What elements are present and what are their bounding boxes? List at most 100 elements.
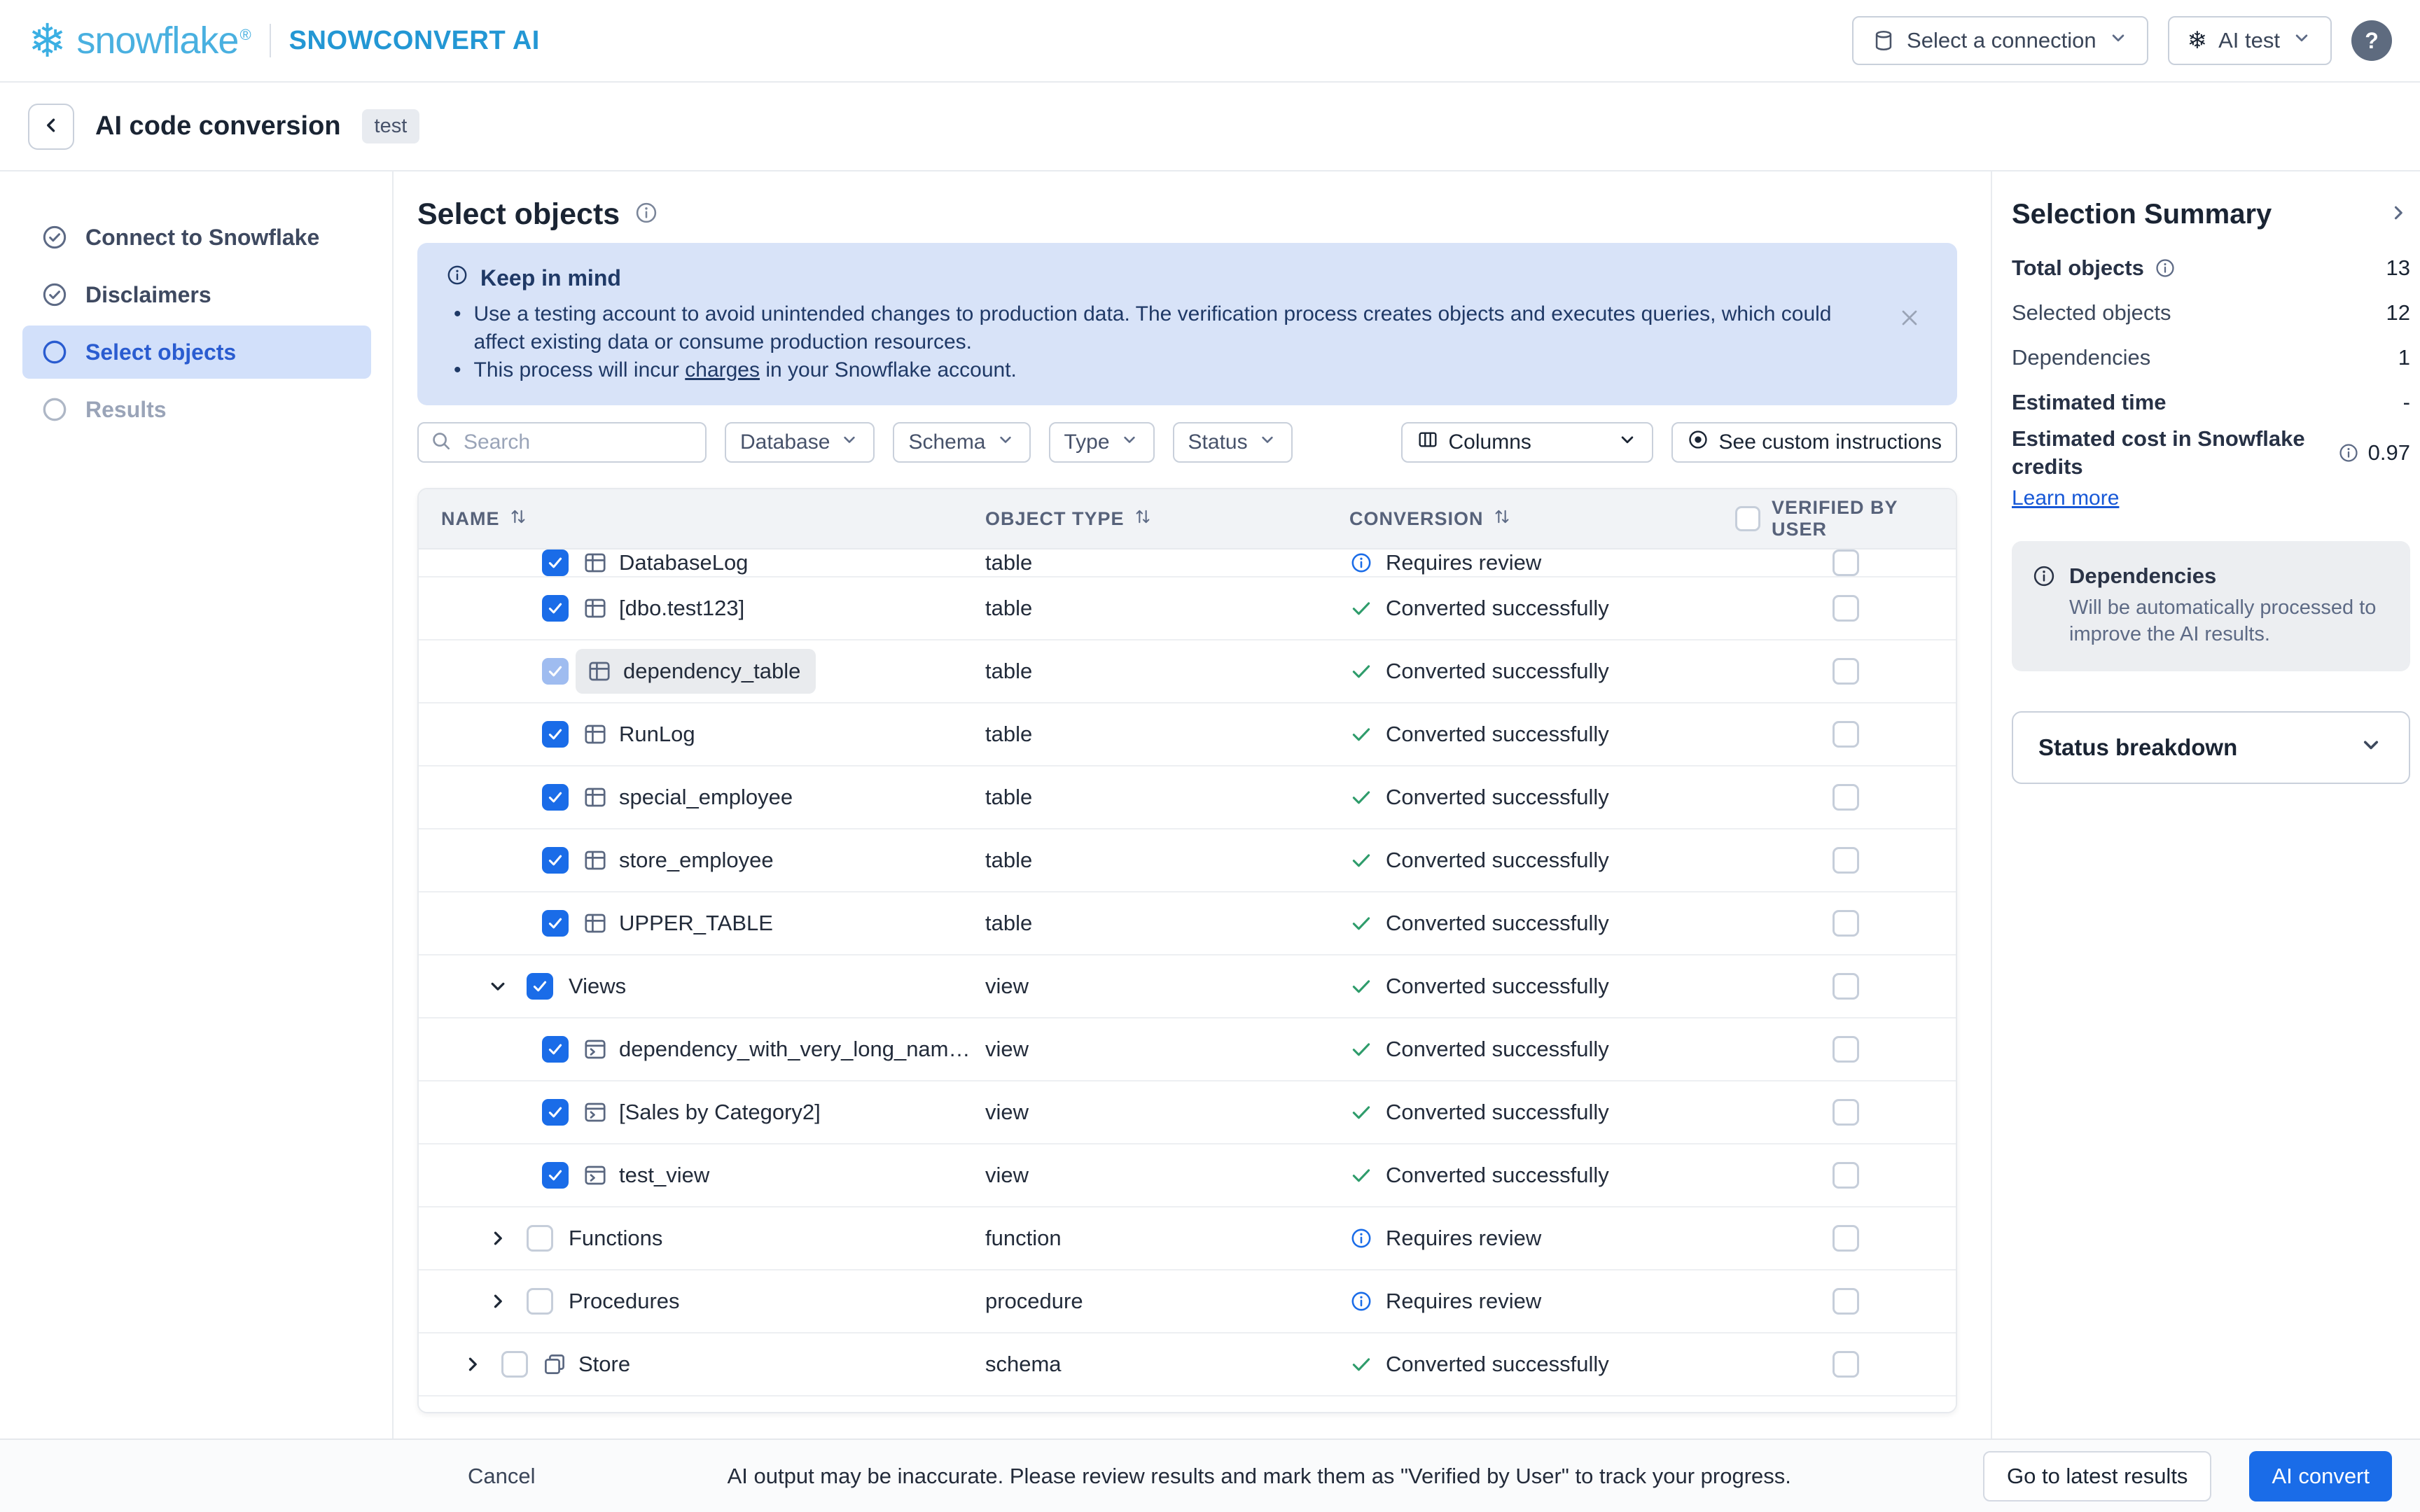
- chevron-down-icon: [2358, 732, 2384, 763]
- expand-group-button[interactable]: [461, 1352, 486, 1376]
- cancel-button[interactable]: Cancel: [468, 1464, 536, 1489]
- row-checkbox[interactable]: [542, 550, 569, 576]
- row-checkbox[interactable]: [542, 847, 569, 874]
- verified-checkbox[interactable]: [1833, 1351, 1859, 1378]
- banner-close-button[interactable]: [1893, 304, 1926, 333]
- charges-link[interactable]: charges: [685, 358, 760, 382]
- name-cell: special_employee: [419, 784, 985, 811]
- row-checkbox[interactable]: [542, 1162, 569, 1189]
- row-checkbox[interactable]: [542, 595, 569, 622]
- sidebar-item-select-objects[interactable]: Select objects: [22, 326, 371, 379]
- keep-in-mind-banner: Keep in mind • Use a testing account to …: [417, 243, 1957, 405]
- sidebar-item-disclaimers[interactable]: Disclaimers: [22, 268, 371, 321]
- conversion-cell: Converted successfully: [1349, 722, 1735, 747]
- circle-icon: [41, 396, 69, 424]
- verified-checkbox[interactable]: [1833, 1225, 1859, 1252]
- status-filter-dropdown[interactable]: Status: [1173, 422, 1293, 463]
- chevron-right-icon: [2386, 201, 2410, 228]
- verified-cell: [1735, 910, 1956, 937]
- verified-checkbox[interactable]: [1833, 1036, 1859, 1063]
- stat-label: Dependencies: [2012, 344, 2150, 372]
- verified-select-all-checkbox[interactable]: [1735, 506, 1760, 531]
- help-label: ?: [2365, 28, 2379, 54]
- verified-cell: [1735, 973, 1956, 1000]
- learn-more-link[interactable]: Learn more: [2012, 486, 2119, 510]
- verified-checkbox[interactable]: [1833, 973, 1859, 1000]
- columns-button[interactable]: Columns: [1401, 422, 1653, 463]
- expand-group-button[interactable]: [486, 1226, 511, 1250]
- row-checkbox[interactable]: [501, 1351, 528, 1378]
- verified-checkbox[interactable]: [1833, 721, 1859, 748]
- table-bottom-strip: [419, 1396, 1956, 1412]
- table-row: [dbo.test123]tableConverted successfully: [419, 578, 1956, 640]
- database-filter-dropdown[interactable]: Database: [725, 422, 875, 463]
- stat-label: Estimated cost in Snowflake credits: [2012, 425, 2313, 481]
- schema-filter-dropdown[interactable]: Schema: [893, 422, 1030, 463]
- row-checkbox[interactable]: [542, 1099, 569, 1126]
- row-checkbox[interactable]: [542, 784, 569, 811]
- chevron-down-icon: [486, 974, 510, 998]
- sidebar-item-label: Select objects: [85, 340, 236, 365]
- select-connection-button[interactable]: Select a connection: [1852, 16, 2148, 65]
- object-type-cell: schema: [985, 1352, 1349, 1377]
- verified-checkbox[interactable]: [1833, 658, 1859, 685]
- sidebar-item-connect-to-snowflake[interactable]: Connect to Snowflake: [22, 211, 371, 264]
- stat-value: 12: [2386, 300, 2410, 326]
- info-icon[interactable]: [2154, 257, 2176, 279]
- help-button[interactable]: ?: [2351, 20, 2392, 61]
- conversion-cell: Converted successfully: [1349, 1100, 1735, 1125]
- info-icon[interactable]: [634, 200, 659, 229]
- summary-title: Selection Summary: [2012, 199, 2272, 230]
- column-header-verified: VERIFIED BY USER: [1735, 497, 1956, 540]
- object-type-cell: table: [985, 785, 1349, 810]
- conversion-status-label: Converted successfully: [1386, 1100, 1609, 1125]
- column-header-conversion[interactable]: CONVERSION: [1349, 507, 1735, 531]
- conversion-status-label: Converted successfully: [1386, 1352, 1609, 1377]
- conversion-status-label: Converted successfully: [1386, 1037, 1609, 1062]
- verified-checkbox[interactable]: [1833, 1099, 1859, 1126]
- row-checkbox[interactable]: [542, 721, 569, 748]
- name-cell: UPPER_TABLE: [419, 910, 985, 937]
- sort-icon[interactable]: [1492, 507, 1512, 531]
- type-filter-dropdown[interactable]: Type: [1049, 422, 1155, 463]
- filters-row: Database Schema Type Status Columns: [417, 422, 1957, 463]
- verified-cell: [1735, 1288, 1956, 1315]
- table-row: UPPER_TABLEtableConverted successfully: [419, 892, 1956, 955]
- go-to-latest-results-button[interactable]: Go to latest results: [1983, 1451, 2211, 1502]
- collapse-group-button[interactable]: [486, 974, 511, 998]
- verified-checkbox[interactable]: [1833, 784, 1859, 811]
- row-checkbox[interactable]: [527, 973, 553, 1000]
- table-header: NAME OBJECT TYPE CONVERSION: [419, 489, 1956, 550]
- verified-checkbox[interactable]: [1833, 910, 1859, 937]
- verified-cell: [1735, 1099, 1956, 1126]
- name-cell: [dbo.test123]: [419, 595, 985, 622]
- verified-checkbox[interactable]: [1833, 1162, 1859, 1189]
- row-checkbox[interactable]: [542, 910, 569, 937]
- sort-icon[interactable]: [1133, 507, 1153, 531]
- column-header-name[interactable]: NAME: [419, 507, 985, 531]
- back-button[interactable]: [28, 104, 74, 150]
- column-header-object-type[interactable]: OBJECT TYPE: [985, 507, 1349, 531]
- filter-dropdowns: Database Schema Type Status: [725, 422, 1293, 463]
- verified-checkbox[interactable]: [1833, 1288, 1859, 1315]
- search-input[interactable]: [462, 430, 694, 455]
- custom-instructions-button[interactable]: See custom instructions: [1671, 422, 1957, 463]
- conversion-cell: Requires review: [1349, 550, 1735, 575]
- row-checkbox[interactable]: [542, 1036, 569, 1063]
- object-type-cell: table: [985, 722, 1349, 747]
- row-checkbox[interactable]: [527, 1288, 553, 1315]
- status-breakdown-toggle[interactable]: Status breakdown: [2012, 711, 2410, 784]
- info-icon[interactable]: [2337, 442, 2360, 464]
- sort-icon[interactable]: [508, 507, 528, 531]
- ai-convert-button[interactable]: AI convert: [2249, 1451, 2392, 1502]
- summary-stats: Total objects13Selected objects12Depende…: [2012, 246, 2410, 481]
- summary-header[interactable]: Selection Summary: [2012, 197, 2410, 232]
- project-menu-button[interactable]: ❄ AI test: [2168, 16, 2332, 65]
- verified-checkbox[interactable]: [1833, 595, 1859, 622]
- verified-checkbox[interactable]: [1833, 550, 1859, 576]
- banner-bullet: • Use a testing account to avoid uninten…: [454, 300, 1866, 356]
- expand-group-button[interactable]: [486, 1289, 511, 1313]
- sidebar-item-results: Results: [22, 383, 371, 436]
- verified-checkbox[interactable]: [1833, 847, 1859, 874]
- row-checkbox[interactable]: [527, 1225, 553, 1252]
